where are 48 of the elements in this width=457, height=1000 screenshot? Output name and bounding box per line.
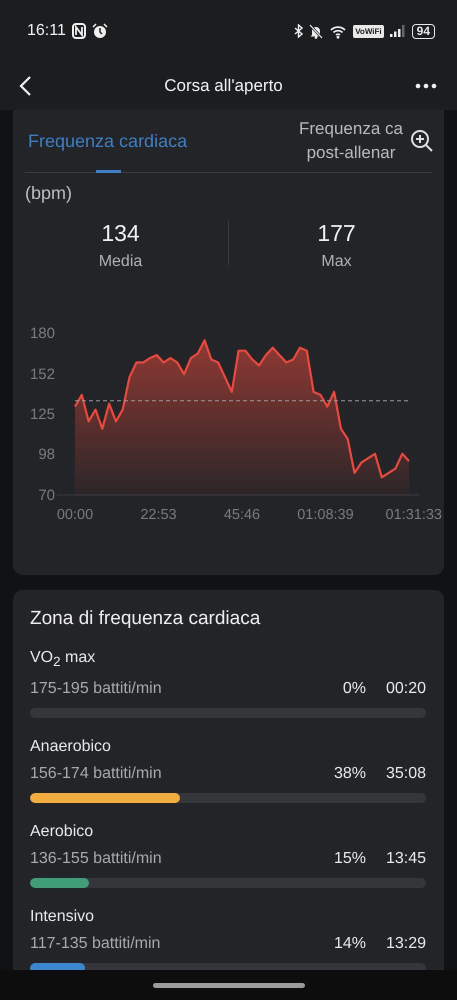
more-icon[interactable]: [415, 83, 437, 89]
zone-name: Anaerobico: [30, 737, 112, 758]
tab[interactable]: Frequenza cardiaca: [28, 110, 188, 172]
y-tick-label: 152: [30, 366, 55, 384]
y-tick-label: 180: [30, 325, 55, 342]
x-tick-label: 45:46: [224, 507, 260, 523]
zone-percent: 38%: [332, 764, 366, 784]
x-tick-label: 22:53: [140, 507, 177, 523]
stat-value: 177: [317, 220, 356, 247]
zone-range: 175-195 battiti/min: [30, 679, 163, 700]
y-tick-label: 125: [30, 406, 55, 423]
zoom-in-icon[interactable]: [410, 129, 434, 153]
nfc-icon: [72, 23, 86, 39]
alarm-icon: [92, 23, 108, 39]
zone-percent: 14%: [332, 934, 366, 954]
unit-label: (bpm): [25, 183, 74, 204]
stat-label: Max: [321, 253, 352, 271]
x-tick-label: 01:08:39: [297, 507, 354, 523]
wifi-icon: [329, 24, 348, 38]
screen-title: Corsa all'aperto: [163, 76, 284, 96]
x-tick-label: 01:31:33: [386, 507, 442, 523]
zone-name: Intensivo: [30, 907, 96, 928]
signal-icon: [390, 25, 406, 37]
zone-range: 136-155 battiti/min: [30, 849, 163, 870]
zone-name: VO$_{2}$ max: [30, 648, 96, 672]
zone-time: 13:29: [384, 934, 426, 954]
zone-name: Aerobico: [30, 822, 94, 842]
battery-level: 94: [412, 24, 435, 38]
y-tick-label: 98: [38, 446, 55, 463]
home-indicator[interactable]: [152, 982, 304, 988]
tab[interactable]: Frequenza ca post-allenar: [296, 110, 406, 172]
zone-range: 156-174 battiti/min: [30, 764, 163, 784]
vowifi-badge: VoWiFi: [353, 24, 384, 38]
zone-time: 35:08: [384, 764, 426, 784]
stat-label: Media: [98, 253, 142, 271]
clock: 16:11: [27, 22, 66, 40]
zone-time: 13:45: [384, 849, 426, 870]
bell-off-icon: [309, 24, 324, 38]
zone-percent: 0%: [342, 679, 366, 700]
x-tick-label: 00:00: [56, 507, 94, 523]
zone-range: 117-135 battiti/min: [30, 934, 162, 954]
zone-percent: 15%: [332, 849, 366, 870]
stat-value: 134: [101, 220, 140, 247]
bluetooth-icon: [294, 24, 304, 38]
back-icon[interactable]: [18, 75, 32, 97]
zone-time: 00:20: [384, 679, 426, 700]
y-tick-label: 70: [38, 487, 55, 504]
section-title: Zona di frequenza cardiaca: [30, 607, 262, 631]
